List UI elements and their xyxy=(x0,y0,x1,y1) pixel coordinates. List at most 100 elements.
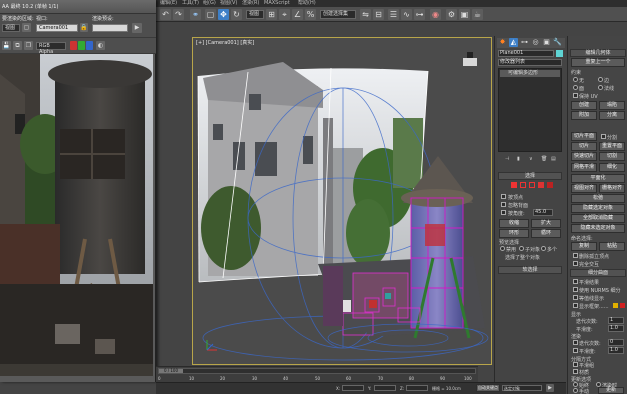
percent-snap-icon[interactable]: % xyxy=(305,9,316,20)
select-rotate-icon[interactable]: ↻ xyxy=(231,9,242,20)
smoothing-groups-checkbox[interactable] xyxy=(573,362,578,367)
curve-editor-icon[interactable]: ∿ xyxy=(401,9,412,20)
named-selection-set[interactable]: 创建选择集 xyxy=(320,10,356,19)
display-alpha-icon[interactable]: ◐ xyxy=(96,41,105,50)
unhide-all-button[interactable]: 全部取消隐藏 xyxy=(571,214,625,223)
snap-icon[interactable]: ⌖ xyxy=(279,9,290,20)
display-tab-icon[interactable]: ▣ xyxy=(542,38,551,47)
grid-align-button[interactable]: 栅格对齐 xyxy=(599,184,625,193)
menu-item[interactable]: 帮助(H) xyxy=(298,0,316,7)
repeat-last-button[interactable]: 重复上一个 xyxy=(571,58,625,67)
menu-item[interactable]: 工具(T) xyxy=(182,0,199,7)
element-mode-icon[interactable] xyxy=(547,182,553,188)
select-move-icon[interactable]: ✥ xyxy=(218,9,229,20)
rollout-subdivision-surface[interactable]: 细分曲面 xyxy=(570,269,626,277)
rollout-selection[interactable]: 选择 xyxy=(498,172,562,180)
isoline-display-checkbox[interactable] xyxy=(573,295,578,300)
rollout-soft-selection[interactable]: 软选择 xyxy=(498,266,562,274)
menu-item[interactable]: 渲染(R) xyxy=(242,0,259,7)
preserve-uvs-checkbox[interactable] xyxy=(573,93,578,98)
materials-checkbox[interactable] xyxy=(573,369,578,374)
camera-viewport[interactable]: [+] [Camera001] [真实] xyxy=(192,37,492,365)
preview-subobj-radio[interactable] xyxy=(519,246,524,251)
viewcube-icon[interactable] xyxy=(463,52,477,66)
align-icon[interactable]: ⊟ xyxy=(373,9,384,20)
use-nurms-checkbox[interactable] xyxy=(573,287,578,292)
modifier-list-dropdown[interactable]: 修改器列表 xyxy=(498,59,562,66)
update-button[interactable]: 更新 xyxy=(598,387,624,394)
mirror-icon[interactable]: ⇋ xyxy=(360,9,371,20)
render-button-icon[interactable]: ▶ xyxy=(132,23,142,33)
by-angle-checkbox[interactable] xyxy=(501,210,506,215)
pivot-icon[interactable]: ⊞ xyxy=(266,9,277,20)
select-object-icon[interactable]: ▢ xyxy=(205,9,216,20)
grow-button[interactable]: 扩大 xyxy=(531,219,561,228)
create-tab-icon[interactable]: ✸ xyxy=(498,38,507,47)
attach-button[interactable]: 附加 xyxy=(571,111,597,120)
shrink-button[interactable]: 收缩 xyxy=(499,219,529,228)
make-planar-button[interactable]: 平面化 xyxy=(571,174,625,183)
material-editor-icon[interactable]: ◉ xyxy=(430,9,441,20)
menu-item[interactable]: MAXScript xyxy=(264,0,290,7)
cage-color-swatch-1[interactable] xyxy=(613,303,618,308)
copy-image-icon[interactable]: ⧉ xyxy=(13,41,22,50)
constraint-edge-radio[interactable] xyxy=(598,77,603,82)
green-channel-icon[interactable] xyxy=(78,41,85,50)
red-channel-icon[interactable] xyxy=(70,41,77,50)
loop-button[interactable]: 循环 xyxy=(531,229,561,238)
menu-item[interactable]: 组(G) xyxy=(203,0,216,7)
constraint-face-radio[interactable] xyxy=(573,85,578,90)
hide-unselected-button[interactable]: 隐藏未选定对象 xyxy=(571,224,625,233)
render-iterations-spinner[interactable]: 0 xyxy=(608,339,624,346)
modifier-stack[interactable]: 可编辑多边形 xyxy=(498,68,562,152)
rollout-edit-geometry[interactable]: 编辑几何体 xyxy=(570,49,626,57)
menu-item[interactable]: 编辑(E) xyxy=(160,0,177,7)
angle-snap-icon[interactable]: ∠ xyxy=(292,9,303,20)
update-manually-radio[interactable] xyxy=(573,388,578,393)
redo-icon[interactable]: ↷ xyxy=(173,9,184,20)
time-slider[interactable]: 0 / 100 xyxy=(158,368,476,374)
detach-button[interactable]: 分离 xyxy=(599,111,625,120)
make-unique-icon[interactable]: ∨ xyxy=(529,156,533,162)
display-iterations-spinner[interactable]: 1 xyxy=(608,317,624,324)
object-color-swatch[interactable] xyxy=(556,50,563,57)
full-interactivity-checkbox[interactable] xyxy=(573,261,578,266)
show-cage-checkbox[interactable] xyxy=(573,303,578,308)
motion-tab-icon[interactable]: ◎ xyxy=(531,38,540,47)
preset-dropdown[interactable] xyxy=(92,24,128,32)
edge-mode-icon[interactable] xyxy=(520,182,526,188)
paste-button[interactable]: 粘贴 xyxy=(599,242,625,251)
schematic-view-icon[interactable]: ⊶ xyxy=(414,9,425,20)
smooth-result-checkbox[interactable] xyxy=(573,279,578,284)
quickslice-button[interactable]: 快速切片 xyxy=(571,152,597,161)
render-window-titlebar[interactable]: AA 最终 10.2 (单帧 1/1) xyxy=(0,0,156,14)
render-frame-icon[interactable]: ▣ xyxy=(459,9,470,20)
x-coord-field[interactable] xyxy=(342,385,364,391)
undo-icon[interactable]: ↶ xyxy=(160,9,171,20)
stack-item-editable-poly[interactable]: 可编辑多边形 xyxy=(500,70,560,77)
menu-item[interactable]: 视图(V) xyxy=(220,0,237,7)
preview-multi-radio[interactable] xyxy=(541,246,546,251)
utilities-tab-icon[interactable]: 🔧 xyxy=(553,38,562,47)
border-mode-icon[interactable] xyxy=(529,182,535,188)
update-always-radio[interactable] xyxy=(573,382,578,387)
relax-button[interactable]: 松弛 xyxy=(571,194,625,203)
constraint-none-radio[interactable] xyxy=(573,77,578,82)
constraint-normal-radio[interactable] xyxy=(598,85,603,90)
slice-button[interactable]: 切片 xyxy=(571,142,597,151)
play-icon[interactable]: ▶ xyxy=(546,384,554,392)
angle-spinner[interactable]: 45.0 xyxy=(533,209,553,216)
layer-manager-icon[interactable]: ☰ xyxy=(388,9,399,20)
lock-icon[interactable]: 🔒 xyxy=(80,23,88,32)
display-smoothness-spinner[interactable]: 1.0 xyxy=(608,325,624,332)
channel-dropdown[interactable]: RGB Alpha xyxy=(36,42,66,55)
hierarchy-tab-icon[interactable]: ⊶ xyxy=(520,38,529,47)
remove-modifier-icon[interactable]: 🗑 xyxy=(541,156,547,162)
slice-plane-button[interactable]: 切片平面 xyxy=(571,132,597,141)
preview-off-radio[interactable] xyxy=(500,246,505,251)
ring-button[interactable]: 环形 xyxy=(499,229,529,238)
copy-button[interactable]: 复制 xyxy=(571,242,597,251)
collapse-button[interactable]: 塌陷 xyxy=(599,101,625,110)
cage-color-swatch-2[interactable] xyxy=(620,303,625,308)
tessellate-button[interactable]: 细化 xyxy=(599,163,625,172)
